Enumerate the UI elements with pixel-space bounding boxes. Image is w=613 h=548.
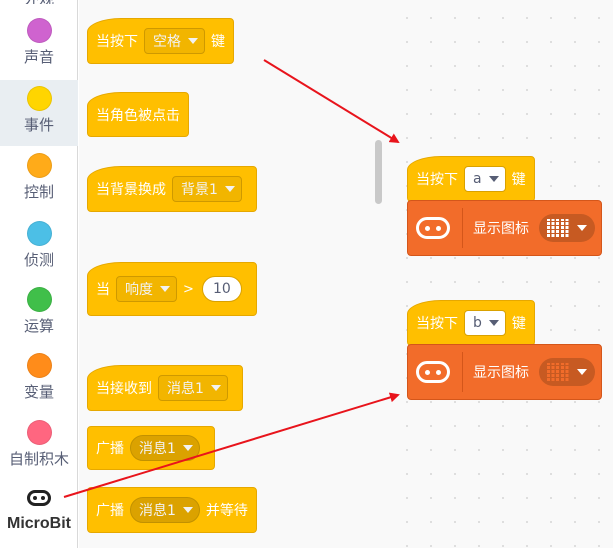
separator <box>462 208 463 248</box>
block-text: 显示图标 <box>473 221 529 237</box>
key-dropdown[interactable]: a <box>464 166 506 192</box>
message-dropdown[interactable]: 消息1 <box>130 435 200 461</box>
block-text: 当按下 <box>416 316 458 332</box>
broadcast-and-wait-block[interactable]: 广播 消息1 并等待 <box>87 487 257 533</box>
microbit-icon <box>416 217 450 239</box>
key-dropdown[interactable]: 空格 <box>144 28 205 54</box>
led-grid-icon <box>547 363 569 381</box>
category-events[interactable]: 事件 <box>0 80 78 146</box>
chevron-down-icon <box>224 186 235 192</box>
block-text: 广播 <box>96 441 124 457</box>
message-value: 消息1 <box>139 503 176 519</box>
script-b-hat-block[interactable]: 当按下 b 键 <box>407 300 535 346</box>
chevron-down-icon <box>577 369 587 375</box>
block-text: 当背景换成 <box>96 182 166 198</box>
category-label: 声音 <box>23 48 54 66</box>
key-value: 空格 <box>153 34 181 50</box>
block-text: 广播 <box>96 503 124 519</box>
category-sound[interactable]: 声音 <box>0 18 78 84</box>
when-key-pressed-block[interactable]: 当按下 空格 键 <box>87 18 234 64</box>
chevron-down-icon <box>160 286 170 292</box>
variables-color-dot <box>26 353 52 378</box>
message-value: 消息1 <box>139 441 176 457</box>
backdrop-dropdown[interactable]: 背景1 <box>172 176 242 202</box>
icon-dropdown[interactable] <box>539 214 595 242</box>
microbit-icon <box>27 490 51 506</box>
category-my-blocks[interactable]: 自制积木 <box>0 420 78 486</box>
category-label: 侦测 <box>23 251 54 269</box>
block-text: 当接收到 <box>96 381 152 397</box>
sensing-color-dot <box>26 221 52 246</box>
chevron-down-icon <box>182 445 193 451</box>
category-microbit[interactable]: MicroBit <box>0 490 78 548</box>
loudness-value-input[interactable]: 10 <box>201 276 242 302</box>
when-loudness-greater-block[interactable]: 当 响度 > 10 <box>87 262 257 316</box>
category-label: 自制积木 <box>8 450 69 468</box>
my-blocks-color-dot <box>26 420 52 445</box>
key-value: a <box>473 171 482 187</box>
message-dropdown[interactable]: 消息1 <box>158 375 228 401</box>
message-value: 消息1 <box>167 381 204 397</box>
block-text: 当按下 <box>96 34 138 50</box>
message-dropdown[interactable]: 消息1 <box>130 497 200 523</box>
category-label: 事件 <box>23 116 54 134</box>
block-text: 并等待 <box>205 503 248 519</box>
sound-color-dot <box>26 18 52 43</box>
chevron-down-icon <box>182 507 193 513</box>
category-control[interactable]: 控制 <box>0 153 78 219</box>
key-dropdown[interactable]: b <box>464 310 506 336</box>
palette-scrollbar[interactable] <box>375 140 382 204</box>
block-text: 键 <box>211 34 225 50</box>
category-label: 变量 <box>23 383 54 401</box>
chevron-down-icon <box>577 225 587 231</box>
chevron-down-icon <box>488 320 499 326</box>
events-color-dot <box>26 86 52 111</box>
when-i-receive-block[interactable]: 当接收到 消息1 <box>87 365 243 411</box>
when-sprite-clicked-block[interactable]: 当角色被点击 <box>87 92 189 137</box>
script-a-hat-block[interactable]: 当按下 a 键 <box>407 156 535 202</box>
script-a-show-icon-block[interactable]: 显示图标 <box>407 200 602 256</box>
broadcast-block[interactable]: 广播 消息1 <box>87 426 215 470</box>
when-backdrop-switches-block[interactable]: 当背景换成 背景1 <box>87 166 257 212</box>
sensor-dropdown[interactable]: 响度 <box>116 276 177 302</box>
category-label: MicroBit <box>7 515 71 532</box>
key-value: b <box>473 315 482 331</box>
operator-label: > <box>183 281 194 297</box>
block-text: 当按下 <box>416 172 458 188</box>
category-operators[interactable]: 运算 <box>0 287 78 353</box>
block-text: 当角色被点击 <box>96 107 180 124</box>
icon-dropdown[interactable] <box>539 358 595 386</box>
category-sensing[interactable]: 侦测 <box>0 221 78 287</box>
category-label: 控制 <box>23 183 54 201</box>
script-b-show-icon-block[interactable]: 显示图标 <box>407 344 602 400</box>
code-workspace[interactable] <box>389 0 613 548</box>
block-text: 当 <box>96 282 110 298</box>
chevron-down-icon <box>210 385 221 391</box>
chevron-down-icon <box>488 176 499 182</box>
category-looks-partial-label[interactable]: 外观 <box>0 0 78 4</box>
category-label: 运算 <box>23 317 54 335</box>
block-text: 键 <box>511 316 526 332</box>
control-color-dot <box>26 153 52 178</box>
backdrop-value: 背景1 <box>181 182 218 198</box>
block-text: 显示图标 <box>473 365 529 381</box>
block-text: 键 <box>511 172 526 188</box>
sensor-value: 响度 <box>125 282 153 298</box>
operators-color-dot <box>26 287 52 312</box>
category-sidebar: 外观 声音 事件 控制 侦测 运算 变量 自制积木 MicroBit <box>0 0 78 548</box>
microbit-icon <box>416 361 450 383</box>
led-grid-icon <box>547 219 569 237</box>
category-variables[interactable]: 变量 <box>0 353 78 419</box>
chevron-down-icon <box>188 38 198 44</box>
separator <box>462 352 463 392</box>
